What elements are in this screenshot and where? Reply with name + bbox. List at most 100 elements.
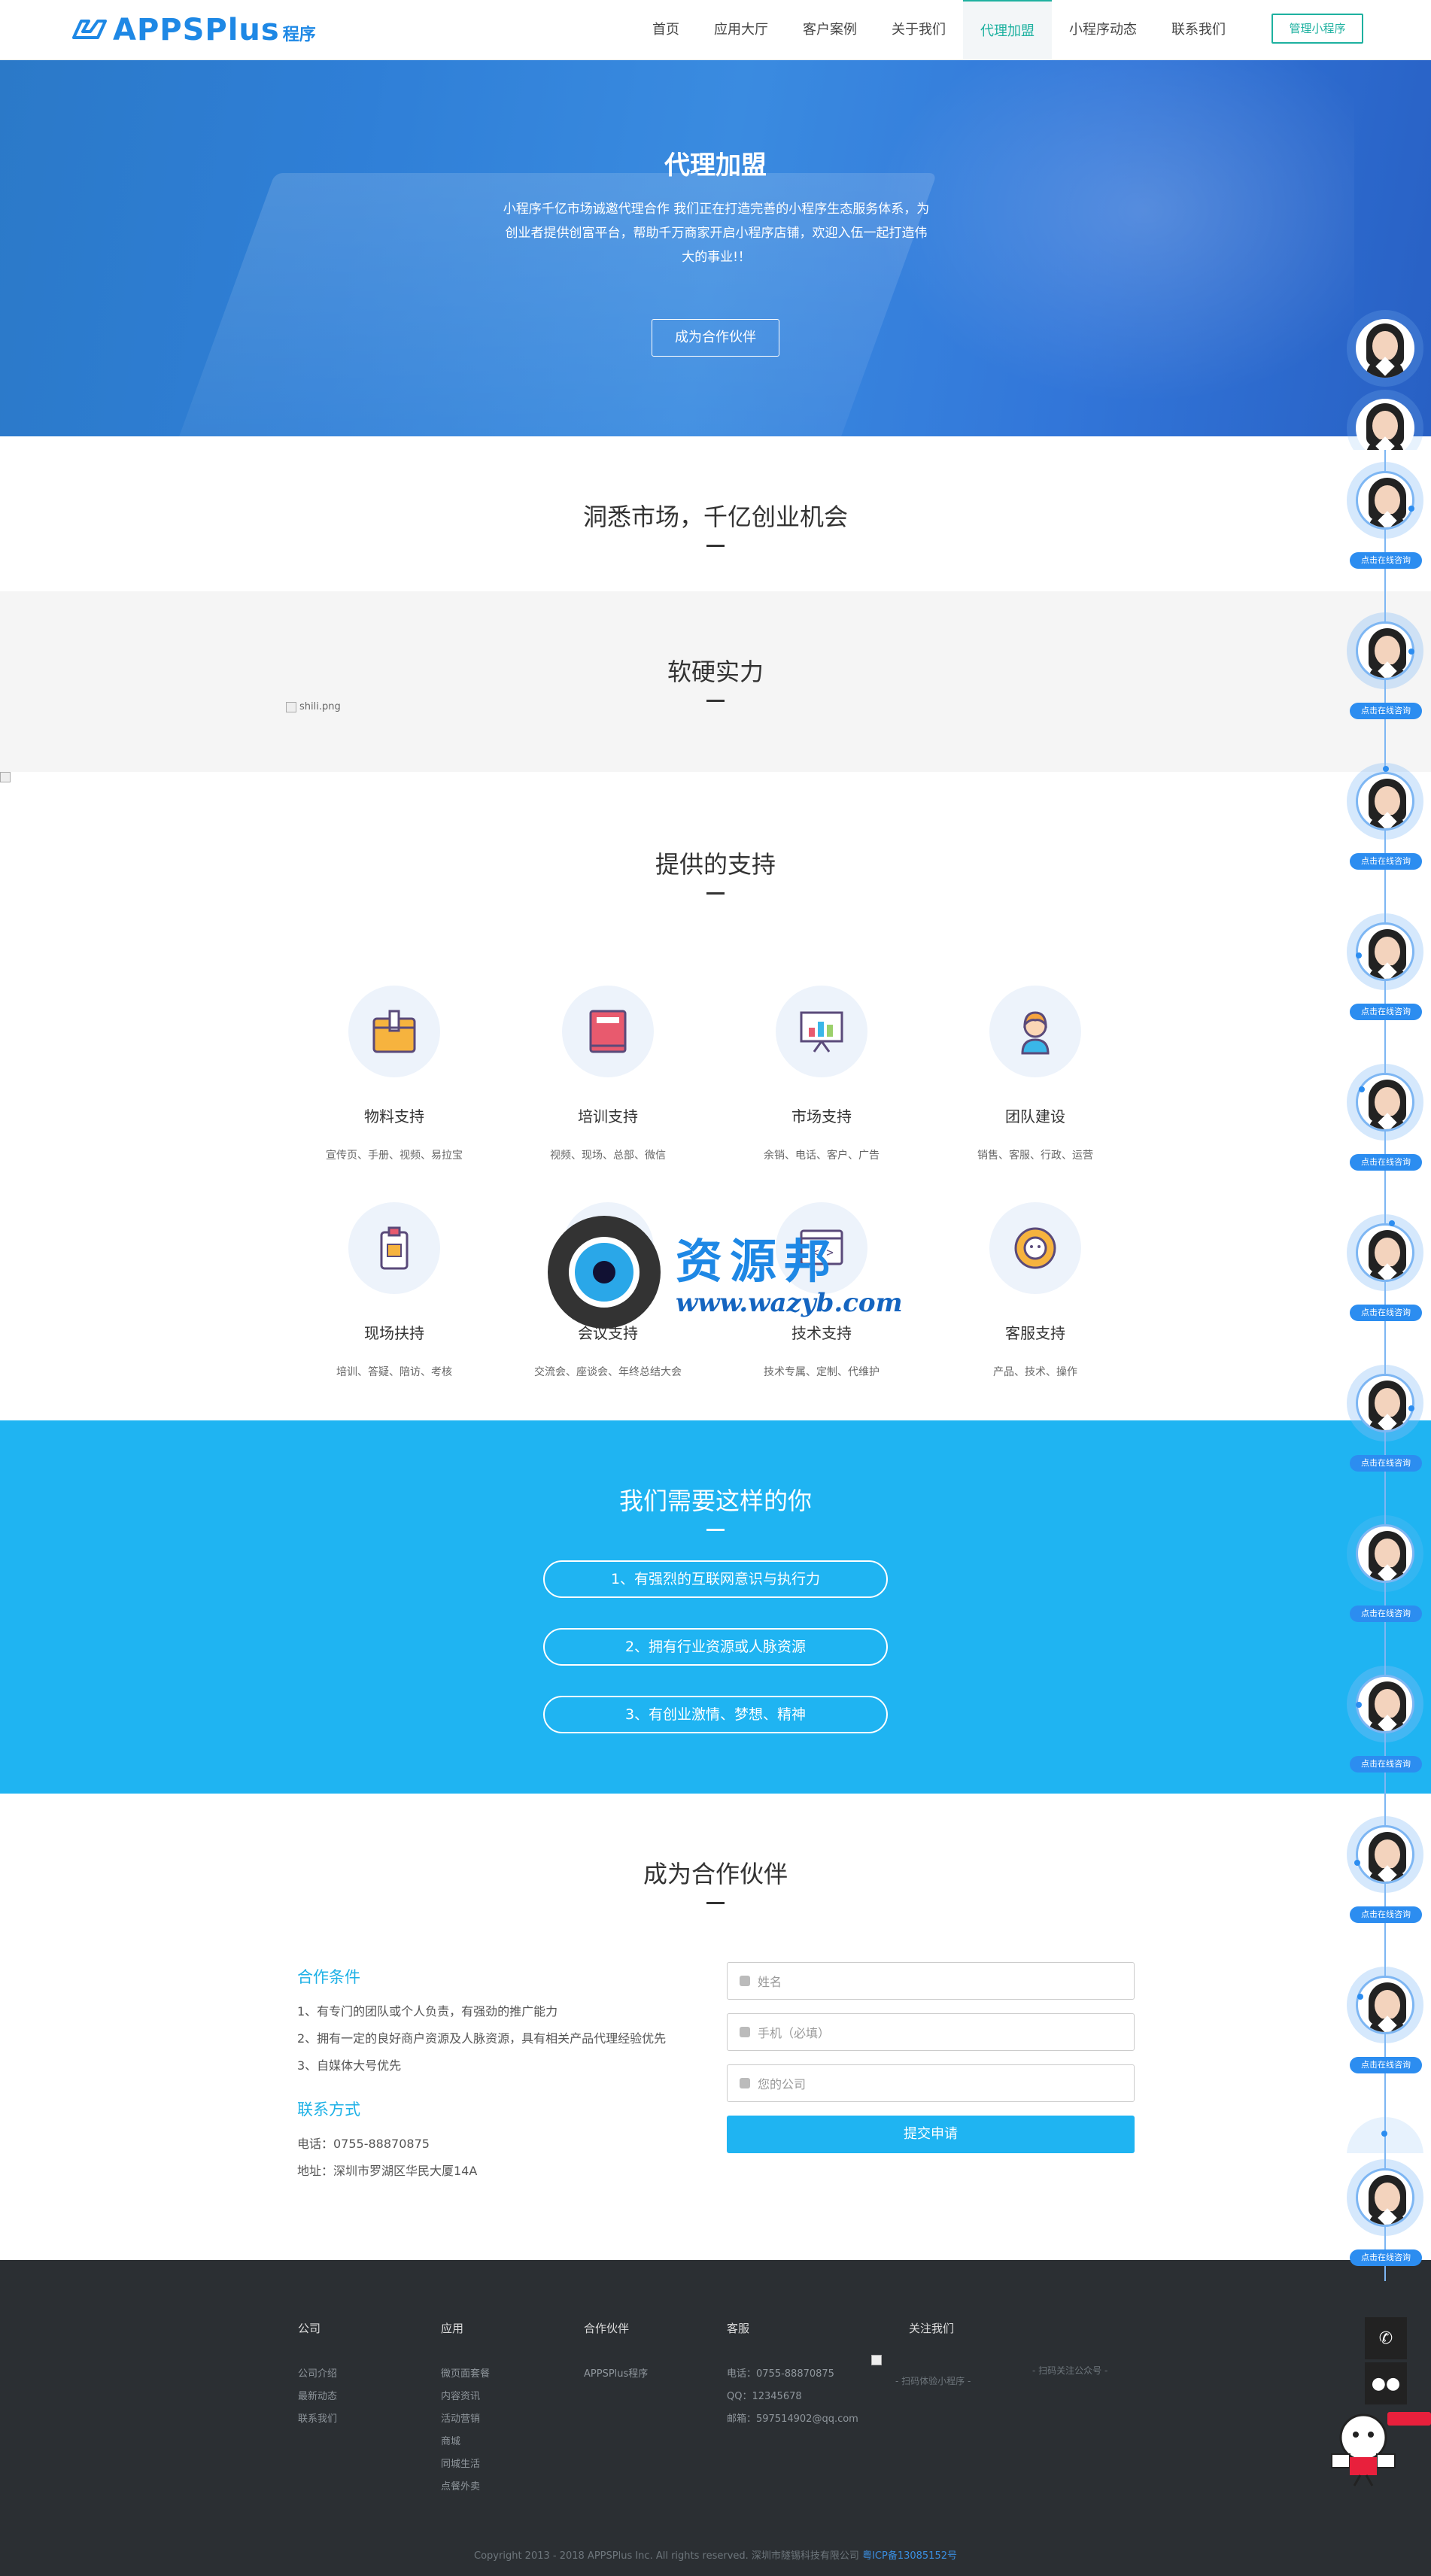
consult-widget[interactable]: 点击在线咨询: [1344, 763, 1426, 870]
consult-label[interactable]: 点击在线咨询: [1350, 1756, 1422, 1773]
nav-home[interactable]: 首页: [635, 0, 697, 60]
consult-widget[interactable]: 点击在线咨询: [1344, 462, 1426, 569]
consult-label[interactable]: 点击在线咨询: [1350, 552, 1422, 569]
footer-col-service: 客服 电话：0755-88870875 QQ：12345678 邮箱：59751…: [727, 2320, 858, 2431]
title-underline: [706, 892, 725, 895]
main-nav: 首页 应用大厅 客户案例 关于我们 代理加盟 小程序动态 联系我们: [635, 0, 1243, 60]
footer-link[interactable]: 联系我们: [298, 2408, 337, 2431]
footer-link[interactable]: 内容资讯: [441, 2386, 490, 2408]
footer-link[interactable]: 公司介绍: [298, 2363, 337, 2386]
consult-widget[interactable]: [1344, 310, 1426, 393]
support-card: 培训支持 视频、现场、总部、微信: [501, 986, 715, 1162]
card-desc: 技术专属、定制、代维护: [764, 1366, 880, 1378]
card-title: 客服支持: [1005, 1324, 1065, 1342]
agent-avatar: [1356, 319, 1414, 378]
badge-icon: [348, 1202, 440, 1294]
agent-avatar: [1356, 1825, 1414, 1884]
footer-link[interactable]: 商城: [441, 2431, 490, 2453]
partner-info: 合作条件 1、有专门的团队或个人负责，有强劲的推广能力 2、拥有一定的良好商户资…: [297, 1965, 703, 2185]
condition-item: 1、有专门的团队或个人负责，有强劲的推广能力: [297, 2004, 558, 2019]
consult-label[interactable]: 点击在线咨询: [1350, 2249, 1422, 2266]
contact-address: 地址：深圳市罗湖区华民大厦14A: [297, 2164, 478, 2178]
company-icon: [740, 2078, 750, 2088]
consult-label[interactable]: 点击在线咨询: [1350, 1906, 1422, 1923]
consult-widget[interactable]: 点击在线咨询: [1344, 1365, 1426, 1472]
page: APPSPlus 程序 首页 应用大厅 客户案例 关于我们 代理加盟 小程序动态…: [0, 0, 1431, 2576]
qr-image: [871, 2355, 882, 2365]
support-card: 市场支持 余销、电话、客户、广告: [715, 986, 928, 1162]
consult-widget[interactable]: 点击在线咨询: [1344, 1816, 1426, 1923]
consult-widget[interactable]: 点击在线咨询: [1344, 612, 1426, 719]
watermark-text: 资源邦: [676, 1234, 839, 1289]
nav-agent[interactable]: 代理加盟: [963, 0, 1052, 60]
footer-link[interactable]: APPSPlus程序: [584, 2363, 648, 2386]
name-field[interactable]: 姓名: [727, 1962, 1135, 2000]
footer-col-title: 合作伙伴: [584, 2322, 630, 2335]
phone-side-button[interactable]: ✆: [1365, 2317, 1407, 2359]
consult-widget[interactable]: [1344, 390, 1426, 450]
footer-text: 电话：0755-88870875: [727, 2368, 834, 2380]
power-title: 软硬实力: [667, 658, 764, 686]
nav-news[interactable]: 小程序动态: [1052, 0, 1154, 60]
consult-widget[interactable]: 点击在线咨询: [1344, 1214, 1426, 1321]
agent-avatar: [1356, 1223, 1414, 1282]
broken-image-icon: [871, 2355, 882, 2365]
support-card: 团队建设 销售、客服、行政、运营: [928, 986, 1142, 1162]
consult-widget[interactable]: 点击在线咨询: [1344, 913, 1426, 1020]
submit-application-button[interactable]: 提交申请: [727, 2116, 1135, 2153]
agent-avatar: [1356, 2168, 1414, 2227]
consult-label[interactable]: 点击在线咨询: [1350, 1004, 1422, 1020]
manage-miniprogram-button[interactable]: 管理小程序: [1271, 14, 1363, 44]
mobile-placeholder: 手机（必填）: [758, 2026, 831, 2040]
watermark-logo: 资源邦 www.wazyb.com: [548, 1216, 903, 1329]
consult-label[interactable]: 点击在线咨询: [1350, 2057, 1422, 2073]
nav-cases[interactable]: 客户案例: [785, 0, 874, 60]
consult-label[interactable]: 点击在线咨询: [1350, 703, 1422, 719]
become-partner-button[interactable]: 成为合作伙伴: [652, 319, 779, 357]
qr-caption-official: - 扫码关注公众号 -: [1032, 2365, 1108, 2376]
footer-col-partners: 合作伙伴 APPSPlus程序: [584, 2320, 648, 2386]
need-section: 我们需要这样的你 1、有强烈的互联网意识与执行力 2、拥有行业资源或人脉资源 3…: [0, 1420, 1431, 1794]
apply-form: 姓名 手机（必填） 您的公司 提交申请: [727, 1962, 1135, 2153]
footer-link[interactable]: 点餐外卖: [441, 2476, 490, 2499]
phone-icon: ✆: [1378, 2328, 1393, 2348]
company-field[interactable]: 您的公司: [727, 2064, 1135, 2102]
footer: 公司 公司介绍 最新动态 联系我们 应用 微页面套餐 内容资讯 活动营销 商城 …: [0, 2260, 1431, 2576]
copyright: Copyright 2013 - 2018 APPSPlus Inc. All …: [0, 2547, 1431, 2562]
consult-widget[interactable]: 点击在线咨询: [1344, 1515, 1426, 1622]
consult-label[interactable]: 点击在线咨询: [1350, 853, 1422, 870]
name-placeholder: 姓名: [758, 1975, 782, 1989]
agent-avatar: [1356, 1073, 1414, 1132]
consult-label[interactable]: 点击在线咨询: [1350, 1305, 1422, 1321]
consult-widget[interactable]: 点击在线咨询: [1344, 1666, 1426, 1773]
footer-link[interactable]: 微页面套餐: [441, 2363, 490, 2386]
need-title: 我们需要这样的你: [618, 1487, 812, 1515]
footer-link[interactable]: 同城生活: [441, 2453, 490, 2476]
qr-caption-miniprogram: - 扫码体验小程序 -: [895, 2376, 971, 2386]
hero-banner: 代理加盟 小程序千亿市场诚邀代理合作 我们正在打造完善的小程序生态服务体系，为创…: [0, 60, 1431, 436]
mascot-character[interactable]: [1324, 2404, 1431, 2487]
mobile-field[interactable]: 手机（必填）: [727, 2013, 1135, 2051]
market-section: 洞悉市场，千亿创业机会: [0, 436, 1431, 591]
consult-label[interactable]: 点击在线咨询: [1350, 1455, 1422, 1472]
consult-label[interactable]: 点击在线咨询: [1350, 1154, 1422, 1171]
icp-link[interactable]: 粤ICP备13085152号: [862, 2550, 957, 2562]
condition-item: 2、拥有一定的良好商户资源及人脉资源，具有相关产品代理经验优先: [297, 2031, 667, 2046]
contact-phone: 电话：0755-88870875: [297, 2137, 430, 2151]
logo-text: APPSPlus: [113, 13, 280, 47]
consult-widget[interactable]: 点击在线咨询: [1344, 2159, 1426, 2266]
consult-widget[interactable]: 点击在线咨询: [1344, 1967, 1426, 2073]
consult-widget[interactable]: [1344, 2117, 1426, 2153]
wechat-side-button[interactable]: ●●: [1365, 2362, 1407, 2404]
consult-label[interactable]: 点击在线咨询: [1350, 1605, 1422, 1622]
company-placeholder: 您的公司: [758, 2077, 807, 2091]
footer-link[interactable]: 最新动态: [298, 2386, 337, 2408]
nav-app-hall[interactable]: 应用大厅: [697, 0, 785, 60]
title-underline: [706, 1902, 725, 1904]
condition-item: 3、自媒体大号优先: [297, 2058, 402, 2073]
consult-widget[interactable]: 点击在线咨询: [1344, 1064, 1426, 1171]
nav-contact[interactable]: 联系我们: [1154, 0, 1243, 60]
logo[interactable]: APPSPlus 程序: [68, 13, 316, 47]
footer-link[interactable]: 活动营销: [441, 2408, 490, 2431]
nav-about[interactable]: 关于我们: [874, 0, 963, 60]
